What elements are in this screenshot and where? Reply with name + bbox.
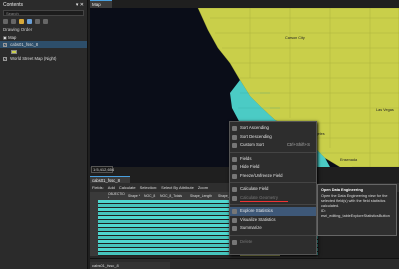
select-by-attribute-button[interactable]: Select By Attribute (161, 185, 194, 190)
menu-item-label: Sort Ascending (240, 125, 269, 130)
menu-item-explore-statistics[interactable]: Explore Statistics (230, 207, 316, 216)
tooltip-id-value: esri_editing_tableExploreStatisticsButto… (321, 214, 390, 218)
menu-item-label: Summarize (240, 225, 262, 230)
tooltip-body: Open the Data Engineering view for the s… (321, 194, 388, 208)
menu-item-label: Hide Field (240, 164, 260, 169)
column-header[interactable]: NOC_8_Totals (158, 194, 188, 198)
summarize-icon (232, 226, 237, 231)
highlight-underline (240, 201, 288, 202)
tree-item-label: Map (8, 35, 17, 40)
menu-item-calculate-field[interactable]: Calculate Field (230, 185, 316, 194)
selection-label: Selection: (139, 185, 158, 190)
contents-pane: Contents ▾ ✕ Search Drawing Order ▣ Map … (0, 0, 88, 269)
menu-separator (230, 204, 316, 205)
menu-item-sort-ascending[interactable]: Sort Ascending (230, 124, 316, 133)
menu-item-visualize-statistics[interactable]: Visualize Statistics (230, 216, 316, 225)
menu-item-label: Freeze/Unfreeze Field (240, 172, 283, 178)
data-source-icon[interactable] (11, 19, 16, 24)
custom-sort-icon (232, 143, 237, 148)
row-selector[interactable] (90, 252, 98, 256)
menu-item-label: Custom Sort (240, 142, 264, 147)
tab-map[interactable]: Map (90, 0, 112, 8)
contents-toolbar (0, 17, 87, 25)
pin-icon[interactable]: ▾ ✕ (76, 2, 84, 8)
tab-label: cabs01_fssc_8 (92, 263, 119, 268)
menu-separator (230, 151, 316, 153)
sort-descending-icon (232, 134, 237, 140)
menu-item-custom-sort[interactable]: Custom Sort Ctrl+Shift+S (230, 141, 316, 150)
menu-item-label: Fields (240, 155, 252, 161)
fields-icon (232, 156, 237, 162)
tree-item-label: cabs01_fssc_8 (10, 42, 39, 47)
freeze-icon (232, 173, 237, 179)
tab-attribute-table[interactable]: cabs01_fssc_8 (90, 176, 130, 183)
contents-title: Contents (3, 2, 24, 8)
column-header[interactable]: Shape * (126, 194, 142, 198)
menu-item-label: Sort Descending (240, 133, 272, 139)
sort-ascending-icon (232, 126, 237, 131)
contents-search-input[interactable]: Search (3, 10, 84, 16)
field-context-menu: Sort Ascending Sort Descending Custom So… (229, 121, 317, 255)
menu-item-label: Visualize Statistics (240, 216, 276, 222)
visualize-statistics-icon (232, 217, 237, 223)
menu-item-freeze-field[interactable]: Freeze/Unfreeze Field (230, 172, 316, 181)
add-field-button[interactable]: Add (108, 185, 115, 190)
tree-item-layer[interactable]: ✓ cabs01_fssc_8 (0, 41, 87, 48)
tooltip-title: Open Data Engineering (321, 188, 363, 192)
checkbox-icon[interactable]: ✓ (3, 42, 7, 47)
tooltip: Open Data Engineering Open the Data Engi… (317, 184, 397, 236)
menu-item-hide-field[interactable]: Hide Field (230, 163, 316, 172)
contents-header: Contents ▾ ✕ (0, 0, 87, 9)
delete-icon (232, 239, 237, 245)
editing-icon[interactable] (27, 19, 32, 24)
zoom-to-button[interactable]: Zoom (198, 185, 208, 190)
menu-item-summarize[interactable]: Summarize (230, 224, 316, 233)
tab-label: Map (92, 2, 101, 7)
city-label: Las Vegas (376, 108, 394, 112)
map-icon: ▣ (3, 35, 7, 40)
layer-symbol (0, 48, 87, 55)
calculate-field-icon (232, 187, 237, 192)
field-label: Fields: (92, 185, 104, 190)
menu-item-label: Delete (240, 238, 253, 244)
calculate-geometry-icon (232, 195, 237, 201)
tab-bottom-table[interactable]: cabs01_fssc_8 (90, 262, 170, 269)
menu-separator (230, 234, 316, 236)
city-label: Ensenada (340, 158, 358, 162)
menu-separator (230, 182, 316, 183)
snapping-icon[interactable] (35, 19, 40, 24)
column-header[interactable]: NOC_8 (142, 194, 158, 198)
polygon-swatch-icon[interactable] (11, 49, 17, 54)
checkbox-icon[interactable]: ✓ (3, 56, 7, 61)
column-header[interactable]: OBJECTID * (106, 192, 126, 200)
tree-item-label: World Street Map (Night) (10, 56, 57, 61)
menu-item-sort-descending[interactable]: Sort Descending (230, 133, 316, 142)
menu-item-delete[interactable]: Delete (230, 238, 316, 247)
hide-field-icon (232, 165, 237, 170)
labeling-icon[interactable] (43, 19, 48, 24)
tree-item-basemap[interactable]: ✓ World Street Map (Night) (0, 55, 87, 62)
menu-item-label: Explore Statistics (240, 208, 273, 213)
explore-statistics-icon (232, 209, 237, 214)
drawing-order-icon[interactable] (3, 19, 8, 24)
map-scale-field[interactable]: 1:5,412,654 (91, 166, 114, 173)
menu-item-label: Calculate Field (240, 186, 269, 191)
drawing-order-heading: Drawing Order (3, 27, 33, 32)
tree-item-map[interactable]: ▣ Map (0, 34, 87, 41)
column-header[interactable]: Shape_Length (188, 194, 216, 198)
menu-item-shortcut: Ctrl+Shift+S (286, 142, 310, 147)
menu-item-label: Calculate Geometry (240, 194, 278, 200)
city-label: Carson City (285, 36, 305, 40)
calculate-button[interactable]: Calculate (119, 185, 136, 190)
selection-icon[interactable] (19, 19, 24, 24)
menu-item-fields[interactable]: Fields (230, 155, 316, 164)
